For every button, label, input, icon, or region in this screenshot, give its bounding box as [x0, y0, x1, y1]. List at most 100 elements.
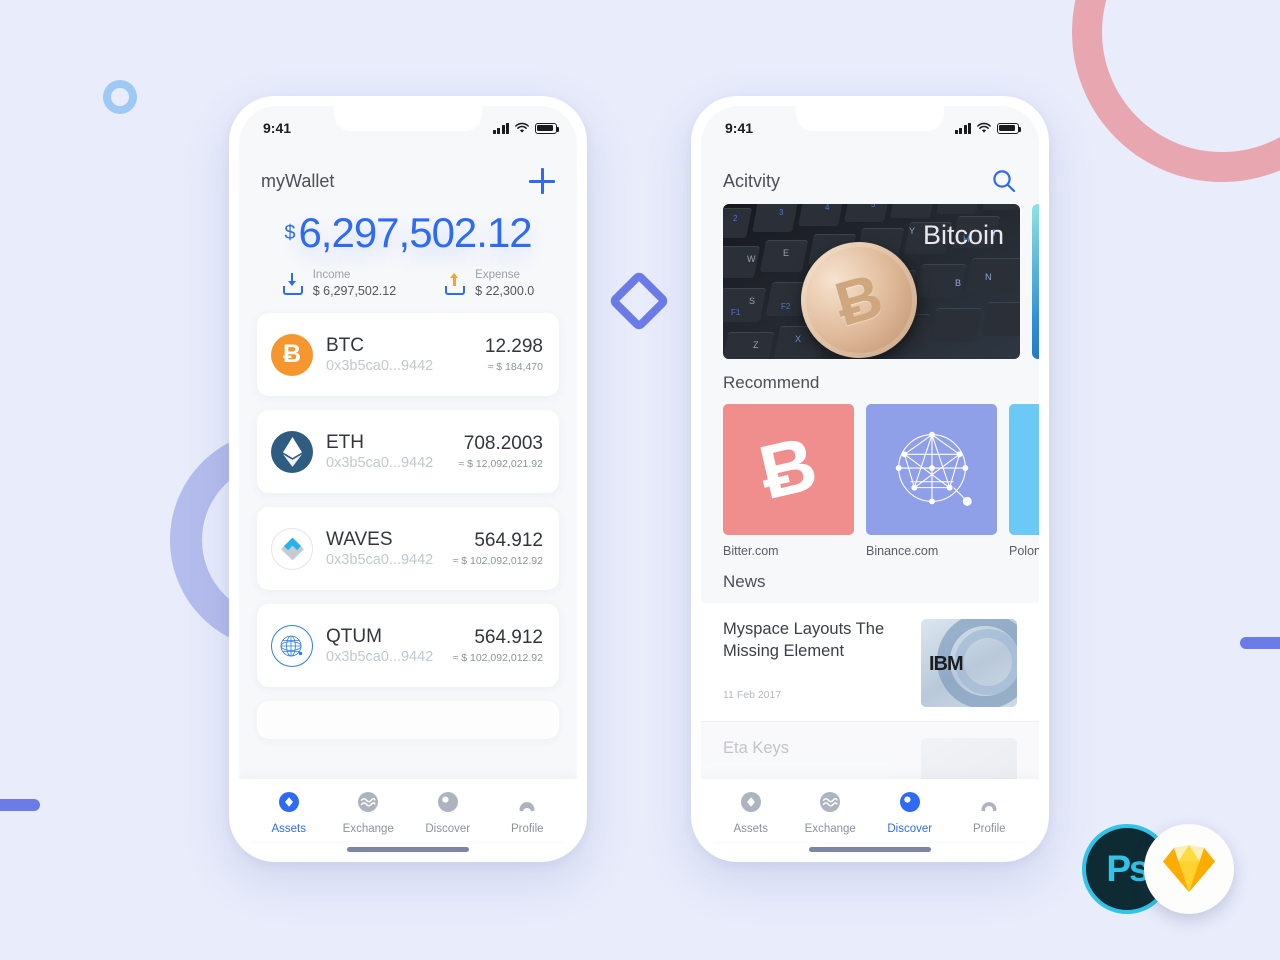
- asset-amount: 12.298: [484, 335, 543, 357]
- asset-address: 0x3b5ca0...9442: [326, 648, 434, 665]
- recommend-label: Poloniex.com: [1009, 544, 1039, 558]
- asset-usd-value: ≈ $ 102,092,012.92: [452, 652, 543, 665]
- tab-profile[interactable]: Profile: [488, 791, 568, 835]
- bitcoin-b-glyph: Ƀ: [752, 421, 825, 517]
- phone-notch: [334, 106, 482, 131]
- tab-label: Discover: [425, 823, 471, 835]
- list-item[interactable]: Myspace Layouts The Missing Element 11 F…: [701, 603, 1039, 722]
- table-row[interactable]: QTUM 0x3b5ca0...9442 564.912 ≈ $ 102,092…: [257, 604, 559, 688]
- income-arrow-icon: [282, 272, 304, 295]
- table-row[interactable]: WAVES 0x3b5ca0...9442 564.912 ≈ $ 102,09…: [257, 507, 559, 591]
- phone-notch: [796, 106, 944, 131]
- tab-assets[interactable]: Assets: [249, 791, 329, 835]
- btc-glyph: Ƀ: [282, 340, 302, 369]
- tab-profile[interactable]: Profile: [950, 791, 1030, 835]
- income-value: $ 6,297,502.12: [312, 284, 397, 299]
- asset-usd-value: ≈ $ 12,092,021.92: [458, 458, 543, 471]
- tab-label: Assets: [733, 823, 768, 835]
- status-indicators: [954, 122, 1022, 134]
- table-row[interactable]: Ƀ BTC 0x3b5ca0...9442 12.298 ≈ $ 184,470: [257, 313, 559, 397]
- asset-amount: 708.2003: [463, 432, 543, 454]
- phone-wallet: 9:41 myWallet $ 6,297,502.12 Income $ 6,…: [229, 96, 587, 862]
- discover-content: 23 45 67 WE Y HJ S BN ZX F1F2 Ƀ: [701, 204, 1039, 779]
- expense-block: Expense $ 22,300.0: [444, 268, 534, 299]
- tab-exchange[interactable]: Exchange: [329, 791, 409, 835]
- recommend-label: Binance.com: [866, 544, 939, 558]
- discover-screen: 9:41 Acitvity 2 3 4 5 W E Y H J S B N Z …: [701, 106, 1039, 852]
- recommend-card-poloniex[interactable]: Poloniex.com: [1009, 404, 1039, 558]
- tab-discover[interactable]: Discover: [870, 791, 950, 835]
- assets-icon: [278, 792, 299, 812]
- tab-label: Profile: [510, 823, 544, 835]
- asset-amount: 564.912: [474, 529, 543, 551]
- home-indicator[interactable]: [347, 847, 469, 852]
- binance-thumbnail: [866, 404, 997, 535]
- asset-symbol: ETH: [326, 432, 364, 454]
- bitcoin-symbol: Ƀ: [827, 260, 891, 340]
- add-wallet-icon[interactable]: [529, 168, 555, 194]
- recommend-carousel[interactable]: Ƀ Bitter.com Binance.com Polon: [701, 404, 1039, 558]
- list-item[interactable]: Eta Keys: [701, 722, 1039, 779]
- expense-value: $ 22,300.0: [475, 284, 535, 299]
- tab-label: Exchange: [342, 823, 394, 835]
- home-indicator-area: [239, 841, 577, 852]
- sketch-badge: [1144, 824, 1234, 914]
- decorative-pink-ring: [1072, 0, 1280, 182]
- ibm-logo: IBM: [929, 653, 964, 675]
- home-indicator[interactable]: [809, 847, 931, 852]
- page-title: myWallet: [261, 170, 335, 191]
- photoshop-label: Ps: [1106, 848, 1149, 889]
- expense-arrow-icon: [444, 272, 466, 295]
- status-time: 9:41: [725, 120, 754, 136]
- home-indicator-area: [701, 841, 1039, 852]
- exchange-icon: [358, 792, 379, 812]
- table-row-partial[interactable]: [257, 701, 559, 740]
- tab-bar[interactable]: Assets Exchange Discover Profile: [701, 779, 1039, 841]
- waves-glyph: [280, 537, 304, 561]
- waves-coin-icon: [271, 527, 313, 570]
- tab-bar[interactable]: Assets Exchange Discover Profile: [239, 779, 577, 841]
- discover-header: Acitvity: [701, 150, 1039, 204]
- recommend-card-bitter[interactable]: Ƀ Bitter.com: [723, 404, 854, 558]
- poloniex-thumbnail: [1009, 404, 1039, 535]
- phone-discover: 9:41 Acitvity 2 3 4 5 W E Y H J S B N Z …: [691, 96, 1049, 862]
- asset-symbol: WAVES: [326, 529, 393, 551]
- balance-section: $ 6,297,502.12 Income $ 6,297,502.12 Exp…: [239, 204, 577, 303]
- banner-caption: Bitcoin: [922, 220, 1004, 250]
- table-row[interactable]: ETH 0x3b5ca0...9442 708.2003 ≈ $ 12,092,…: [257, 410, 559, 494]
- bitter-thumbnail: Ƀ: [723, 404, 854, 535]
- income-expense-row: Income $ 6,297,502.12 Expense $ 22,300.0: [239, 268, 577, 299]
- eth-glyph: [282, 436, 302, 467]
- banner-secondary[interactable]: [1032, 204, 1039, 359]
- cellular-signal-icon: [492, 122, 509, 134]
- canvas: 9:41 myWallet $ 6,297,502.12 Income $ 6,…: [0, 0, 1280, 960]
- income-label: Income: [312, 269, 351, 282]
- asset-address: 0x3b5ca0...9442: [326, 551, 434, 568]
- tab-label: Exchange: [804, 823, 856, 835]
- network-globe-icon: [895, 431, 972, 506]
- expense-label: Expense: [475, 269, 520, 282]
- sketch-diamond-icon: [1163, 845, 1215, 892]
- tab-assets[interactable]: Assets: [711, 791, 791, 835]
- tab-label: Assets: [271, 823, 306, 835]
- exchange-icon: [820, 792, 841, 812]
- wifi-icon: [977, 122, 991, 133]
- asset-address: 0x3b5ca0...9442: [326, 454, 434, 471]
- battery-icon: [535, 122, 560, 134]
- discover-icon: [899, 792, 920, 812]
- asset-list[interactable]: Ƀ BTC 0x3b5ca0...9442 12.298 ≈ $ 184,470: [239, 303, 577, 779]
- balance-currency: $: [284, 222, 296, 244]
- recommend-card-binance[interactable]: Binance.com: [866, 404, 997, 558]
- battery-icon: [997, 122, 1022, 134]
- search-icon[interactable]: [991, 168, 1017, 194]
- tab-exchange[interactable]: Exchange: [791, 791, 871, 835]
- status-time: 9:41: [263, 120, 292, 136]
- banner-carousel[interactable]: 23 45 67 WE Y HJ S BN ZX F1F2 Ƀ: [701, 204, 1039, 359]
- status-indicators: [492, 122, 560, 134]
- banner-bitcoin[interactable]: 23 45 67 WE Y HJ S BN ZX F1F2 Ƀ: [723, 204, 1020, 359]
- tab-label: Discover: [887, 823, 933, 835]
- news-date: 11 Feb 2017: [723, 688, 782, 701]
- news-title: News: [723, 572, 766, 591]
- wallet-header: myWallet: [239, 150, 577, 204]
- tab-discover[interactable]: Discover: [408, 791, 488, 835]
